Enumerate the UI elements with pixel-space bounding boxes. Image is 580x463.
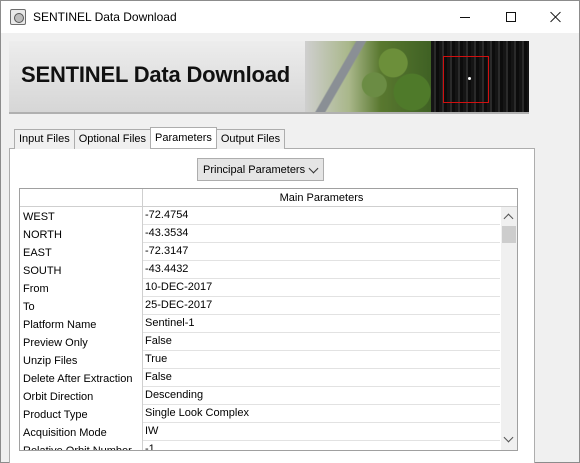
row-key: EAST — [20, 243, 143, 261]
minimize-button[interactable] — [442, 1, 488, 33]
selection-frame-icon — [443, 56, 489, 103]
scroll-down-icon[interactable] — [503, 432, 514, 443]
vertical-scrollbar[interactable] — [501, 207, 517, 450]
row-value[interactable]: True — [143, 351, 500, 369]
header-corner — [20, 189, 143, 207]
title-bar[interactable]: SENTINEL Data Download — [1, 1, 579, 33]
row-key: SOUTH — [20, 261, 143, 279]
tab-parameters[interactable]: Parameters — [150, 127, 217, 148]
scroll-thumb[interactable] — [502, 226, 516, 243]
row-value[interactable]: -72.3147 — [143, 243, 500, 261]
maximize-button[interactable] — [488, 1, 534, 33]
row-key: Unzip Files — [20, 351, 143, 369]
maximize-icon — [506, 12, 516, 22]
banner-title: SENTINEL Data Download — [21, 62, 290, 87]
header-banner: SENTINEL Data Download — [9, 41, 529, 114]
window-title: SENTINEL Data Download — [33, 10, 177, 24]
row-value[interactable]: 10-DEC-2017 — [143, 279, 500, 297]
scroll-up-icon[interactable] — [503, 213, 514, 224]
parameter-group-value: Principal Parameters — [203, 164, 306, 176]
row-key: NORTH — [20, 225, 143, 243]
target-point-icon — [468, 77, 471, 80]
close-icon — [550, 11, 562, 23]
parameter-group-select[interactable]: Principal Parameters — [197, 158, 324, 181]
row-key: Acquisition Mode — [20, 423, 143, 441]
app-icon — [10, 9, 26, 25]
row-key: From — [20, 279, 143, 297]
aerial-forest-image — [305, 41, 431, 112]
tab-output-files[interactable]: Output Files — [215, 129, 286, 149]
table-row: EAST -72.3147 — [20, 243, 500, 261]
row-value[interactable]: -1 — [143, 441, 500, 450]
table-row: SOUTH -43.4432 — [20, 261, 500, 279]
row-value[interactable]: Descending — [143, 387, 500, 405]
row-key: Orbit Direction — [20, 387, 143, 405]
row-key: Platform Name — [20, 315, 143, 333]
row-key: Preview Only — [20, 333, 143, 351]
close-button[interactable] — [533, 1, 579, 33]
table-row: To 25-DEC-2017 — [20, 297, 500, 315]
table-row: NORTH -43.3534 — [20, 225, 500, 243]
row-key: WEST — [20, 207, 143, 225]
row-value[interactable]: Sentinel-1 — [143, 315, 500, 333]
table-row: Delete After Extraction False — [20, 369, 500, 387]
row-value[interactable]: IW — [143, 423, 500, 441]
row-value[interactable]: False — [143, 333, 500, 351]
row-key: Relative Orbit Number — [20, 441, 143, 450]
sentinel-window: SENTINEL Data Download SENTINEL Data Dow… — [0, 0, 580, 463]
table-row: Platform Name Sentinel-1 — [20, 315, 500, 333]
row-key: Delete After Extraction — [20, 369, 143, 387]
row-value[interactable]: -43.3534 — [143, 225, 500, 243]
row-value[interactable]: False — [143, 369, 500, 387]
table-row: WEST -72.4754 — [20, 207, 500, 225]
row-key: To — [20, 297, 143, 315]
table-row: Acquisition Mode IW — [20, 423, 500, 441]
row-value[interactable]: -43.4432 — [143, 261, 500, 279]
tab-input-files[interactable]: Input Files — [14, 129, 75, 149]
row-value[interactable]: 25-DEC-2017 — [143, 297, 500, 315]
table-row: Product Type Single Look Complex — [20, 405, 500, 423]
table-row: Orbit Direction Descending — [20, 387, 500, 405]
table-row: From 10-DEC-2017 — [20, 279, 500, 297]
column-header-main-parameters: Main Parameters — [279, 192, 364, 204]
parameters-table: Main Parameters WEST -72.4754 NORTH -43.… — [19, 188, 518, 451]
table-header: Main Parameters — [20, 189, 517, 207]
table-row: Relative Orbit Number -1 — [20, 441, 500, 450]
table-row: Unzip Files True — [20, 351, 500, 369]
table-row: Preview Only False — [20, 333, 500, 351]
tab-strip: Input Files Optional Files Parameters Ou… — [14, 127, 286, 149]
row-value[interactable]: -72.4754 — [143, 207, 500, 225]
tab-optional-files[interactable]: Optional Files — [73, 129, 152, 149]
chevron-down-icon — [308, 163, 319, 174]
table-body: WEST -72.4754 NORTH -43.3534 EAST -72.31… — [20, 207, 500, 450]
row-value[interactable]: Single Look Complex — [143, 405, 500, 423]
row-key: Product Type — [20, 405, 143, 423]
minimize-icon — [460, 16, 470, 18]
